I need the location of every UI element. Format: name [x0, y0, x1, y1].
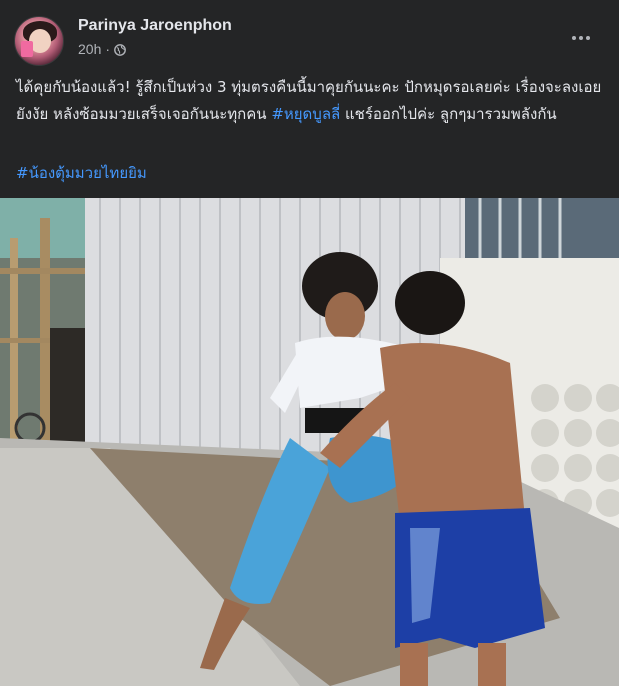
more-options-button[interactable]: [565, 24, 597, 52]
post-header: Parinya Jaroenphon 20h ·: [14, 14, 605, 66]
more-options-dot: [586, 36, 590, 40]
post-photo[interactable]: [0, 198, 619, 686]
avatar-cup: [21, 41, 33, 57]
post-meta: 20h ·: [78, 41, 126, 57]
hashtag-link-2[interactable]: #น้องตุ้มมวยไทยยิม: [16, 164, 147, 182]
facebook-post: Parinya Jaroenphon 20h · ได้คุยกับน้องแล…: [0, 0, 619, 686]
more-options-icon: [572, 36, 576, 40]
post-time[interactable]: 20h: [78, 41, 101, 57]
post-text-part2: แชร์ออกไปค่ะ ลูกๆมารวมพลังกัน: [340, 105, 557, 123]
author-avatar[interactable]: [14, 16, 64, 66]
more-options-dot: [579, 36, 583, 40]
hashtag-line: #น้องตุ้มมวยไทยยิม: [16, 160, 147, 187]
post-text: ได้คุยกับน้องแล้ว! รู้สึกเป็นห่วง 3 ทุ่ม…: [16, 74, 611, 128]
author-name[interactable]: Parinya Jaroenphon: [78, 17, 232, 35]
meta-separator: ·: [105, 41, 111, 57]
globe-icon[interactable]: [114, 43, 126, 56]
hashtag-link[interactable]: #หยุดบูลลี่: [271, 105, 340, 123]
